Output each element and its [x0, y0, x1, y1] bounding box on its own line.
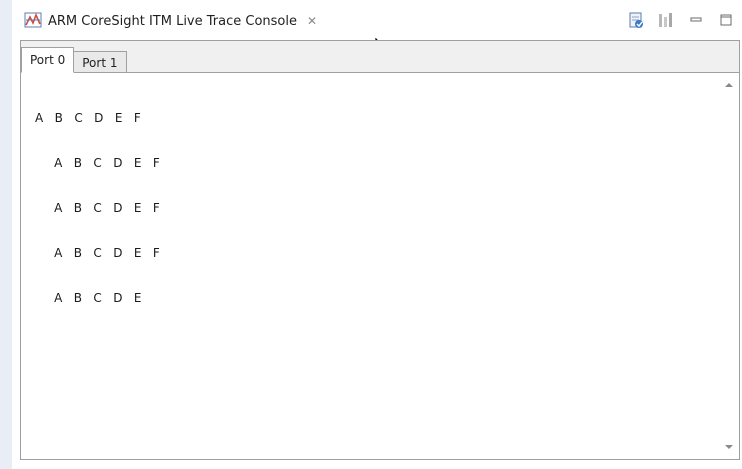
vertical-scrollbar[interactable] — [721, 75, 737, 457]
view-header: ARM CoreSight ITM Live Trace Console ✕ — [12, 0, 742, 38]
export-log-icon[interactable] — [626, 10, 646, 30]
window-edge — [0, 0, 12, 469]
view-toolbar — [626, 10, 736, 30]
view-tab-itm-console[interactable]: ARM CoreSight ITM Live Trace Console ✕ — [24, 8, 317, 34]
itm-trace-view: ARM CoreSight ITM Live Trace Console ✕ P… — [0, 0, 742, 469]
console-line: A B C D E F — [35, 156, 160, 170]
minimize-icon[interactable] — [686, 10, 706, 30]
maximize-icon[interactable] — [716, 10, 736, 30]
console-panel: Port 0 Port 1 A B C D E F A B C D E F A … — [20, 40, 740, 460]
trace-view-icon — [24, 12, 42, 31]
console-line: A B C D E F — [35, 201, 160, 215]
tab-port-0[interactable]: Port 0 — [21, 47, 75, 73]
scroll-up-icon[interactable] — [721, 77, 737, 93]
view-title: ARM CoreSight ITM Live Trace Console — [48, 13, 297, 29]
console-line: A B C D E F — [35, 111, 141, 125]
console-line: A B C D E — [35, 291, 142, 305]
close-icon[interactable]: ✕ — [307, 14, 317, 28]
console-output[interactable]: A B C D E F A B C D E F A B C D E F A B … — [21, 72, 739, 459]
column-chart-icon[interactable] — [656, 10, 676, 30]
console-text: A B C D E F A B C D E F A B C D E F A B … — [35, 81, 715, 451]
scroll-down-icon[interactable] — [721, 439, 737, 455]
tab-port-1[interactable]: Port 1 — [73, 51, 127, 73]
console-line: A B C D E F — [35, 246, 160, 260]
port-tab-bar: Port 0 Port 1 — [21, 47, 127, 73]
